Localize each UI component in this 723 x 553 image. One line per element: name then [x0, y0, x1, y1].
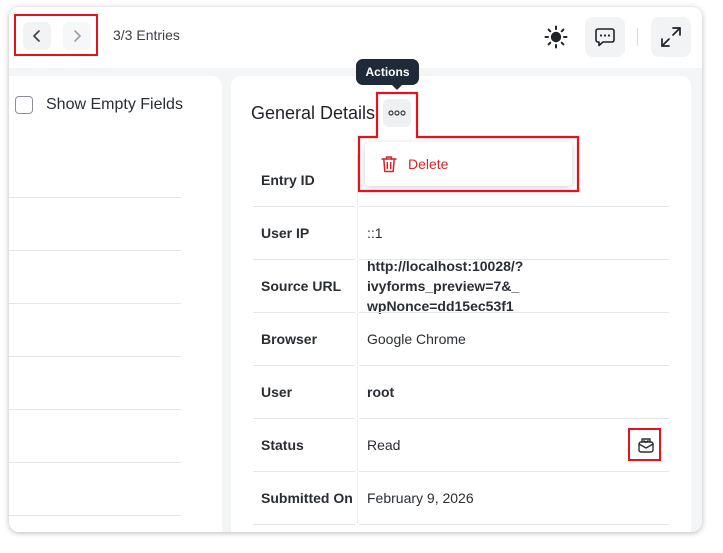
- toolbar-divider: [637, 28, 638, 46]
- cell-divider: [357, 260, 358, 312]
- actions-dropdown: Delete: [365, 142, 572, 186]
- expand-icon: [661, 27, 681, 47]
- detail-value: root: [367, 384, 395, 400]
- detail-label: Status: [261, 437, 304, 453]
- detail-value: ::1: [367, 225, 383, 241]
- divider: [9, 356, 181, 357]
- delete-label: Delete: [408, 156, 449, 172]
- row-divider: [359, 524, 669, 525]
- divider: [9, 197, 181, 198]
- row-divider: [253, 524, 355, 525]
- chat-bubble-icon: [595, 28, 615, 47]
- detail-row-status: Status Read: [253, 419, 669, 472]
- detail-label: Browser: [261, 331, 318, 347]
- mark-unread-button[interactable]: [635, 434, 657, 456]
- show-empty-fields-toggle[interactable]: Show Empty Fields: [15, 96, 183, 114]
- detail-label: Entry ID: [261, 172, 315, 188]
- detail-value: Read: [367, 437, 401, 453]
- show-empty-fields-checkbox[interactable]: [15, 96, 33, 114]
- actions-menu-button[interactable]: [383, 99, 411, 127]
- detail-row-source-url: Source URL http://localhost:10028/?ivyfo…: [253, 258, 669, 314]
- sun-icon: [544, 25, 568, 49]
- detail-row-user-ip: User IP ::1: [253, 207, 669, 260]
- mark-unread-icon: [638, 438, 654, 453]
- divider: [9, 250, 181, 251]
- previous-entry-button[interactable]: [23, 22, 51, 50]
- delete-menu-item[interactable]: Delete: [365, 142, 572, 186]
- comments-button[interactable]: [585, 17, 625, 57]
- detail-value: http://localhost:10028/?ivyforms_preview…: [359, 258, 669, 314]
- divider: [9, 462, 181, 463]
- trash-icon: [379, 154, 399, 174]
- cell-divider: [357, 313, 358, 365]
- divider: [9, 409, 181, 410]
- chevron-left-icon: [33, 30, 40, 42]
- entries-counter: 3/3 Entries: [113, 27, 180, 43]
- detail-label: User IP: [261, 225, 310, 241]
- cell-divider: [357, 154, 358, 206]
- fullscreen-button[interactable]: [651, 17, 691, 57]
- divider: [9, 515, 181, 516]
- cell-divider: [357, 366, 358, 418]
- divider: [9, 303, 181, 304]
- top-bar: 3/3 Entries: [9, 7, 702, 68]
- detail-value: February 9, 2026: [367, 490, 474, 506]
- cell-divider: [357, 207, 358, 259]
- actions-tooltip: Actions: [356, 59, 419, 85]
- detail-row-user: User root: [253, 366, 669, 419]
- show-empty-fields-label: Show Empty Fields: [46, 96, 183, 113]
- tooltip-arrow: [392, 85, 402, 90]
- detail-value: Google Chrome: [367, 331, 466, 347]
- section-title: General Details: [251, 103, 376, 123]
- source-url-line-1: http://localhost:10028/?ivyforms_preview…: [367, 258, 524, 294]
- detail-label: Submitted On: [261, 490, 353, 506]
- next-entry-button[interactable]: [63, 22, 91, 50]
- detail-label: Source URL: [261, 278, 342, 294]
- detail-row-submitted-on: Submitted On February 9, 2026: [253, 472, 669, 525]
- detail-row-browser: Browser Google Chrome: [253, 313, 669, 366]
- filters-panel: Show Empty Fields: [9, 76, 222, 532]
- more-horizontal-icon: [388, 110, 406, 116]
- theme-toggle-button[interactable]: [536, 17, 576, 57]
- cell-divider: [357, 419, 358, 471]
- detail-label: User: [261, 384, 293, 400]
- cell-divider: [357, 472, 358, 524]
- entry-navigation: [14, 14, 98, 56]
- chevron-right-icon: [74, 30, 81, 42]
